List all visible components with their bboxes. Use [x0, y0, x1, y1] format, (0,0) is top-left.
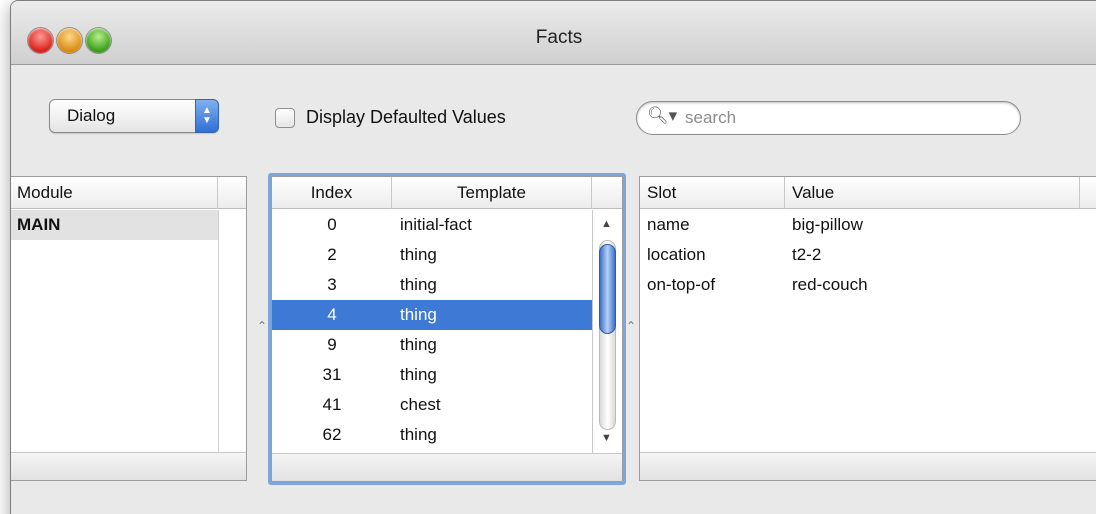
fact-row[interactable]: 0 initial-fact [272, 210, 592, 240]
fact-template: thing [400, 365, 437, 384]
facts-table-header: Index Template [272, 177, 622, 209]
display-defaulted-values-checkbox[interactable] [275, 107, 295, 128]
slot-row[interactable]: name big-pillow [640, 210, 1096, 240]
fact-row[interactable]: 31 thing [272, 360, 592, 390]
module-row[interactable]: MAIN [11, 210, 218, 240]
column-header-slot[interactable]: Slot [640, 177, 785, 209]
module-table-footer [11, 452, 246, 480]
slot-value: red-couch [792, 275, 868, 294]
slot-name: name [647, 215, 690, 234]
slot-row[interactable]: location t2-2 [640, 240, 1096, 270]
fact-template: thing [400, 305, 437, 324]
fact-index: 62 [322, 425, 342, 444]
column-header-module[interactable]: Module [11, 177, 218, 209]
fact-template: thing [400, 275, 437, 294]
splitter-handle-right[interactable]: ⌃ [626, 319, 636, 333]
module-popup-value: Dialog [67, 106, 116, 125]
module-table-header: Module [11, 177, 246, 209]
fact-index: 2 [327, 245, 337, 264]
slot-table-header: Slot Value [640, 177, 1096, 209]
slot-name: on-top-of [647, 275, 716, 294]
facts-vertical-scrollbar[interactable]: ▲ ▼ [592, 210, 622, 455]
fact-row[interactable]: 2 thing [272, 240, 592, 270]
slot-table-footer [640, 452, 1096, 480]
fact-template: chest [400, 395, 441, 414]
slot-row[interactable]: on-top-of red-couch [640, 270, 1096, 300]
scroll-thumb[interactable] [599, 244, 616, 334]
search-field[interactable]: 🔍︎▾ [636, 101, 1021, 135]
column-header-value[interactable]: Value [785, 177, 1080, 209]
fact-row[interactable]: 4 thing [272, 300, 592, 330]
fact-index: 4 [327, 305, 337, 324]
fact-row[interactable]: 9 thing [272, 330, 592, 360]
fact-template: thing [400, 335, 437, 354]
fact-index: 0 [327, 215, 337, 234]
slot-value: t2-2 [792, 245, 822, 264]
window-title: Facts [535, 27, 583, 48]
display-defaulted-values-option[interactable]: Display Defaulted Values [275, 107, 506, 128]
fact-index: 9 [327, 335, 337, 354]
fact-index: 31 [322, 365, 342, 384]
facts-table: Index Template 0 initial-fact 2 thing 3 thing… [271, 176, 623, 482]
fact-index: 3 [327, 275, 337, 294]
facts-table-footer [272, 453, 622, 481]
facts-window: Facts Dialog ▲ ▼ Display Defaulted Values… [10, 0, 1096, 514]
module-table: Module MAIN [11, 176, 247, 481]
column-header-index[interactable]: Index [272, 177, 392, 209]
fact-template: thing [400, 245, 437, 264]
module-table-scroll-column [218, 210, 219, 460]
splitter-handle-left[interactable]: ⌃ [257, 319, 267, 333]
fact-row[interactable]: 3 thing [272, 270, 592, 300]
module-name: MAIN [17, 215, 61, 234]
fact-row[interactable]: 62 thing [272, 420, 592, 450]
search-icon[interactable]: 🔍︎▾ [647, 106, 677, 126]
slot-name: location [647, 245, 706, 264]
fact-template: initial-fact [400, 215, 472, 234]
slot-table: Slot Value name big-pillow location t2-2 on-… [639, 176, 1096, 481]
fact-index: 41 [322, 395, 342, 414]
fact-template: thing [400, 425, 437, 444]
title-bar[interactable]: Facts [11, 1, 1096, 65]
column-header-template[interactable]: Template [392, 177, 592, 209]
module-popup[interactable]: Dialog ▲ ▼ [49, 99, 219, 133]
scroll-up-arrow-icon[interactable]: ▲ [601, 218, 612, 230]
search-input[interactable] [685, 108, 1005, 128]
scroll-down-arrow-icon[interactable]: ▼ [601, 432, 612, 444]
slot-value: big-pillow [792, 215, 863, 234]
fact-row[interactable]: 41 chest [272, 390, 592, 420]
display-defaulted-values-label: Display Defaulted Values [306, 107, 506, 127]
popup-arrows-icon: ▲ ▼ [195, 99, 219, 133]
